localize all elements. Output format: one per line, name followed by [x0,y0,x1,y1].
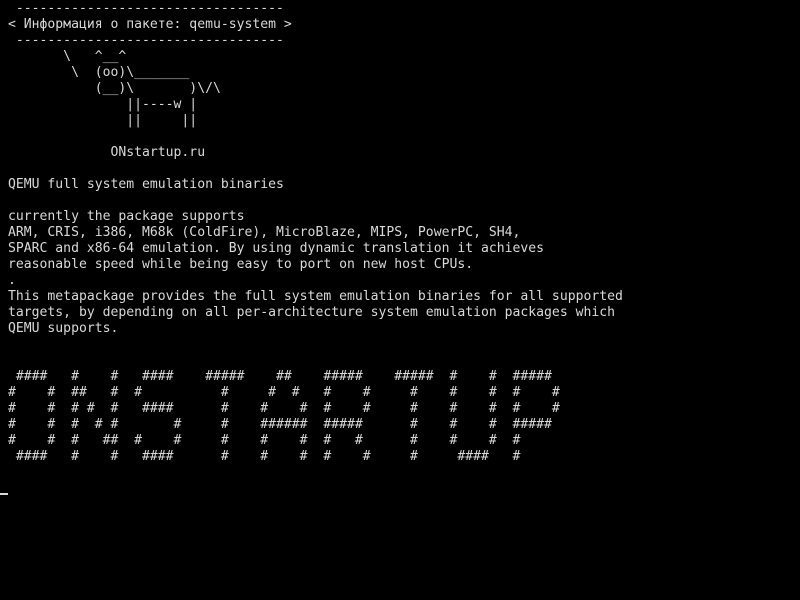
cow-art-line: (__)\ )\/\ [8,81,221,96]
package-summary: QEMU full system emulation binaries [8,177,284,192]
cow-art-line: \ (oo)\_______ [8,65,190,80]
description-line: This metapackage provides the full syste… [8,289,623,304]
cow-art-line: || || [8,113,198,128]
cow-art-line: \ ^__^ [8,49,127,64]
description-line: reasonable speed while being easy to por… [8,257,474,272]
description-line: SPARC and x86-64 emulation. By using dyn… [8,241,545,256]
description-separator: . [8,273,16,288]
text-cursor [0,493,8,495]
banner-art-line: # # ## # # # # # # # # # # # # [8,385,560,400]
banner-art-line: # # # ## # # # # # # # # # # # [8,433,521,448]
banner-art-line: #### # # #### ##### ## ##### ##### # # #… [8,369,552,384]
cow-art-line: ||----w | [8,97,198,112]
message-box-top-border: ---------------------------------- [8,1,284,16]
description-line: currently the package supports [8,209,245,224]
description-line: targets, by depending on all per-archite… [8,305,615,320]
terminal-console[interactable]: ---------------------------------- < Инф… [0,0,800,600]
description-line: QEMU supports. [8,321,119,336]
description-line: ARM, CRIS, i386, M68k (ColdFire), MicroB… [8,225,521,240]
banner-art-line: # # # # # #### # # # # # # # # # # [8,401,560,416]
message-box-title: < Информация о пакете: qemu-system > [8,17,292,32]
message-box-bottom-border: ---------------------------------- [8,33,284,48]
site-credit: ONstartup.ru [8,145,206,160]
banner-art-line: #### # # #### # # # # # # #### # [8,449,521,464]
banner-art-line: # # # # # # # ###### ##### # # # ##### [8,417,552,432]
